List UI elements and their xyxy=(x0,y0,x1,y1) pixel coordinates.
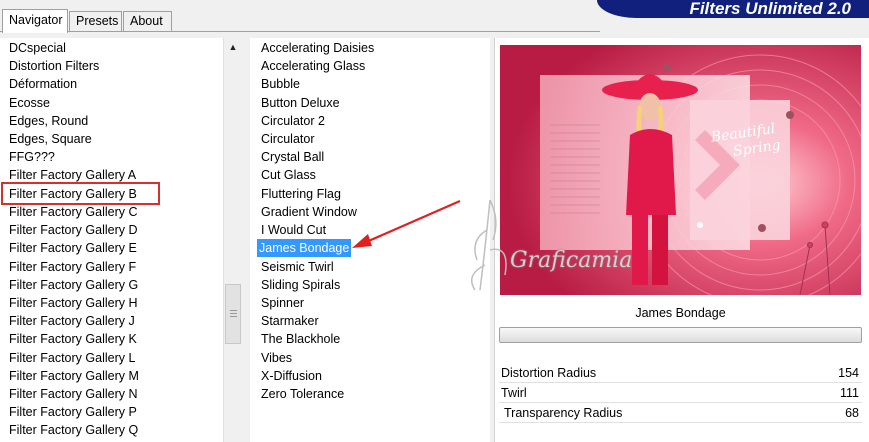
category-item[interactable]: Filter Factory Gallery G xyxy=(9,276,138,294)
category-item[interactable]: DCspecial xyxy=(9,39,66,57)
filter-item-selected[interactable]: James Bondage xyxy=(257,239,352,257)
watermark-text: Graficamia xyxy=(510,248,633,273)
tab-divider xyxy=(0,31,600,32)
category-item[interactable]: Filter Factory Gallery N xyxy=(9,385,138,403)
tab-presets[interactable]: Presets xyxy=(69,11,122,31)
scroll-up-arrow-icon[interactable]: ▲ xyxy=(226,39,240,55)
category-item[interactable]: Filter Factory Gallery M xyxy=(9,367,139,385)
filter-item[interactable]: Seismic Twirl xyxy=(259,258,336,276)
highlight-annotation-box xyxy=(1,182,160,205)
red-arrow-annotation xyxy=(352,199,461,248)
category-item[interactable]: Ecosse xyxy=(9,94,50,112)
filter-item[interactable]: Gradient Window xyxy=(259,203,359,221)
tab-navigator[interactable]: Navigator xyxy=(2,9,68,33)
banner-title: Filters Unlimited 2.0 xyxy=(689,0,851,18)
filter-item[interactable]: Vibes xyxy=(259,349,294,367)
scroll-thumb[interactable] xyxy=(225,284,241,344)
filter-item[interactable]: X-Diffusion xyxy=(259,367,324,385)
category-item[interactable]: Filter Factory Gallery D xyxy=(9,221,138,239)
selected-filter-label: James Bondage xyxy=(635,306,726,320)
param-divider xyxy=(499,382,862,383)
filter-item[interactable]: Accelerating Daisies xyxy=(259,39,376,57)
tab-bar: Navigator Presets About xyxy=(0,9,600,33)
filter-item[interactable]: Circulator xyxy=(259,130,317,148)
category-list[interactable]: DCspecial Distortion Filters Déformation… xyxy=(0,38,223,442)
category-item[interactable]: Filter Factory Gallery L xyxy=(9,349,135,367)
category-item[interactable]: FFG??? xyxy=(9,148,55,166)
watermark-ornament xyxy=(470,199,507,291)
param-divider xyxy=(499,402,862,403)
category-scrollbar[interactable]: ▲ xyxy=(223,38,241,442)
filter-item[interactable]: Cut Glass xyxy=(259,166,318,184)
app-banner: Filters Unlimited 2.0 xyxy=(597,0,869,18)
category-item[interactable]: Filter Factory Gallery Q xyxy=(9,421,138,439)
filter-item[interactable]: Starmaker xyxy=(259,312,321,330)
param-divider xyxy=(499,422,862,423)
category-item[interactable]: Edges, Round xyxy=(9,112,88,130)
filter-item[interactable]: Crystal Ball xyxy=(259,148,326,166)
category-item[interactable]: Filter Factory Gallery P xyxy=(9,403,137,421)
param-value-distortion-radius[interactable]: 154 xyxy=(819,364,859,382)
filter-item[interactable]: The Blackhole xyxy=(259,330,342,348)
category-item[interactable]: Filter Factory Gallery J xyxy=(9,312,135,330)
category-item[interactable]: Filter Factory Gallery H xyxy=(9,294,138,312)
filter-item[interactable]: Accelerating Glass xyxy=(259,57,367,75)
filter-item[interactable]: Spinner xyxy=(259,294,306,312)
grip-icon xyxy=(230,310,237,317)
tab-about[interactable]: About xyxy=(123,11,172,31)
filter-item[interactable]: Bubble xyxy=(259,75,302,93)
category-item[interactable]: Filter Factory Gallery F xyxy=(9,258,136,276)
param-label-distortion-radius: Distortion Radius xyxy=(501,366,597,380)
category-item[interactable]: Distortion Filters xyxy=(9,57,99,75)
category-item[interactable]: Filter Factory Gallery C xyxy=(9,203,138,221)
param-label-transparency-radius: Transparency Radius xyxy=(504,406,623,420)
filter-item[interactable]: I Would Cut xyxy=(259,221,328,239)
category-item[interactable]: Filter Factory Gallery E xyxy=(9,239,137,257)
category-item[interactable]: Déformation xyxy=(9,75,77,93)
category-item[interactable]: Filter Factory Gallery K xyxy=(9,330,137,348)
progress-bar xyxy=(499,327,862,343)
filter-item[interactable]: Zero Tolerance xyxy=(259,385,346,403)
filter-item[interactable]: Sliding Spirals xyxy=(259,276,342,294)
category-item[interactable]: Edges, Square xyxy=(9,130,92,148)
param-label-twirl: Twirl xyxy=(501,386,527,400)
filter-item[interactable]: Button Deluxe xyxy=(259,94,342,112)
filter-item[interactable]: Circulator 2 xyxy=(259,112,327,130)
filter-item[interactable]: Fluttering Flag xyxy=(259,185,343,203)
param-value-twirl[interactable]: 111 xyxy=(819,384,859,402)
param-value-transparency-radius[interactable]: 68 xyxy=(819,404,859,422)
